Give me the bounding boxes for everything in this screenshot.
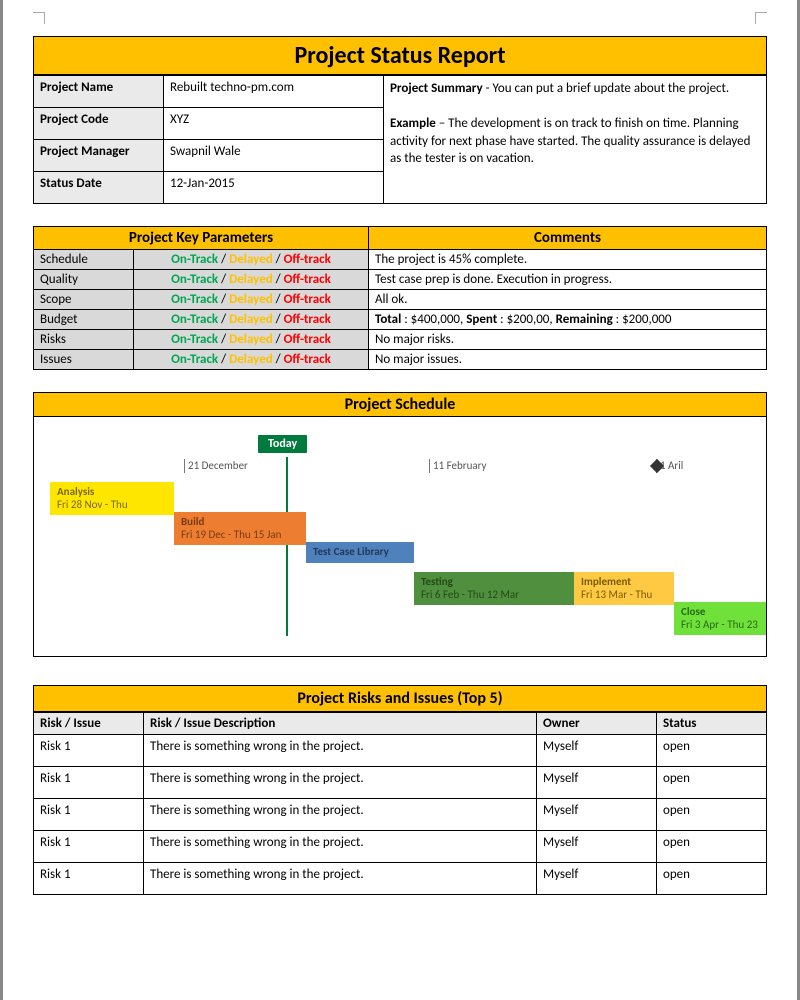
field-value: XYZ [164, 108, 384, 140]
document-page: Project Status Report Project Name Rebui… [0, 0, 800, 1000]
risks-cell: Myself [537, 863, 657, 895]
gantt-bar: Test Case Library [306, 542, 414, 563]
param-comment: No major risks. [369, 330, 767, 350]
param-name: Issues [34, 350, 134, 370]
params-header-left: Project Key Parameters [34, 227, 369, 250]
risks-cell: Myself [537, 799, 657, 831]
param-name: Quality [34, 270, 134, 290]
gantt-bar: TestingFri 6 Feb - Thu 12 Mar [414, 572, 574, 605]
report-title: Project Status Report [33, 36, 767, 75]
risks-cell: There is something wrong in the project. [144, 799, 537, 831]
risks-cell: open [657, 831, 767, 863]
project-summary-cell: Project Summary - You can put a brief up… [384, 76, 767, 204]
field-value: 12-Jan-2015 [164, 172, 384, 204]
param-name: Budget [34, 310, 134, 330]
schedule-gantt: Today21 December11 February1 ArilAnalysi… [33, 417, 767, 657]
risks-cell: There is something wrong in the project. [144, 735, 537, 767]
key-parameters-table: Project Key Parameters Comments Schedule… [33, 226, 767, 370]
field-label: Project Name [34, 76, 164, 108]
project-header-table: Project Name Rebuilt techno-pm.com Proje… [33, 75, 767, 204]
risks-cell: Risk 1 [34, 735, 144, 767]
param-name: Schedule [34, 250, 134, 270]
margin-guide-icon [755, 12, 767, 24]
risks-cell: There is something wrong in the project. [144, 863, 537, 895]
risks-title: Project Risks and Issues (Top 5) [33, 685, 767, 712]
risks-col: Owner [537, 713, 657, 735]
risks-cell: Myself [537, 831, 657, 863]
today-marker-label: Today [258, 435, 307, 453]
summary-label: Project Summary [390, 81, 483, 96]
param-comment: All ok. [369, 290, 767, 310]
param-status: On-Track / Delayed / Off-track [134, 250, 369, 270]
today-marker-line [286, 457, 288, 636]
param-status: On-Track / Delayed / Off-track [134, 330, 369, 350]
risks-cell: open [657, 767, 767, 799]
field-label: Status Date [34, 172, 164, 204]
param-status: On-Track / Delayed / Off-track [134, 350, 369, 370]
risks-cell: Risk 1 [34, 767, 144, 799]
example-text: – The development is on track to finish … [390, 116, 750, 166]
param-status: On-Track / Delayed / Off-track [134, 310, 369, 330]
param-comment: Test case prep is done. Execution in pro… [369, 270, 767, 290]
risks-cell: open [657, 799, 767, 831]
risks-cell: open [657, 863, 767, 895]
param-name: Risks [34, 330, 134, 350]
schedule-title: Project Schedule [33, 392, 767, 417]
risks-table: Risk / Issue Risk / Issue Description Ow… [33, 712, 767, 895]
field-label: Project Manager [34, 140, 164, 172]
param-comment: No major issues. [369, 350, 767, 370]
param-comment: Total : $400,000, Spent : $200,00, Remai… [369, 310, 767, 330]
risks-cell: Myself [537, 735, 657, 767]
risks-cell: Risk 1 [34, 863, 144, 895]
field-value: Rebuilt techno-pm.com [164, 76, 384, 108]
risks-col: Status [657, 713, 767, 735]
risks-cell: There is something wrong in the project. [144, 767, 537, 799]
risks-cell: Risk 1 [34, 831, 144, 863]
field-label: Project Code [34, 108, 164, 140]
risks-col: Risk / Issue [34, 713, 144, 735]
margin-guide-icon [33, 12, 45, 24]
field-value: Swapnil Wale [164, 140, 384, 172]
risks-col: Risk / Issue Description [144, 713, 537, 735]
param-name: Scope [34, 290, 134, 310]
gantt-bar: BuildFri 19 Dec - Thu 15 Jan [174, 512, 306, 545]
param-status: On-Track / Delayed / Off-track [134, 290, 369, 310]
param-comment: The project is 45% complete. [369, 250, 767, 270]
risks-cell: Risk 1 [34, 799, 144, 831]
gantt-bar: CloseFri 3 Apr - Thu 23 [674, 602, 767, 635]
params-header-right: Comments [369, 227, 767, 250]
risks-cell: Myself [537, 767, 657, 799]
axis-tick: 11 February [429, 459, 487, 473]
param-status: On-Track / Delayed / Off-track [134, 270, 369, 290]
axis-tick: 21 December [184, 459, 248, 473]
gantt-bar: AnalysisFri 28 Nov - Thu [50, 482, 174, 515]
risks-cell: open [657, 735, 767, 767]
gantt-bar: ImplementFri 13 Mar - Thu [574, 572, 674, 605]
risks-cell: There is something wrong in the project. [144, 831, 537, 863]
example-label: Example [390, 116, 436, 131]
summary-intro: - You can put a brief update about the p… [483, 81, 730, 96]
